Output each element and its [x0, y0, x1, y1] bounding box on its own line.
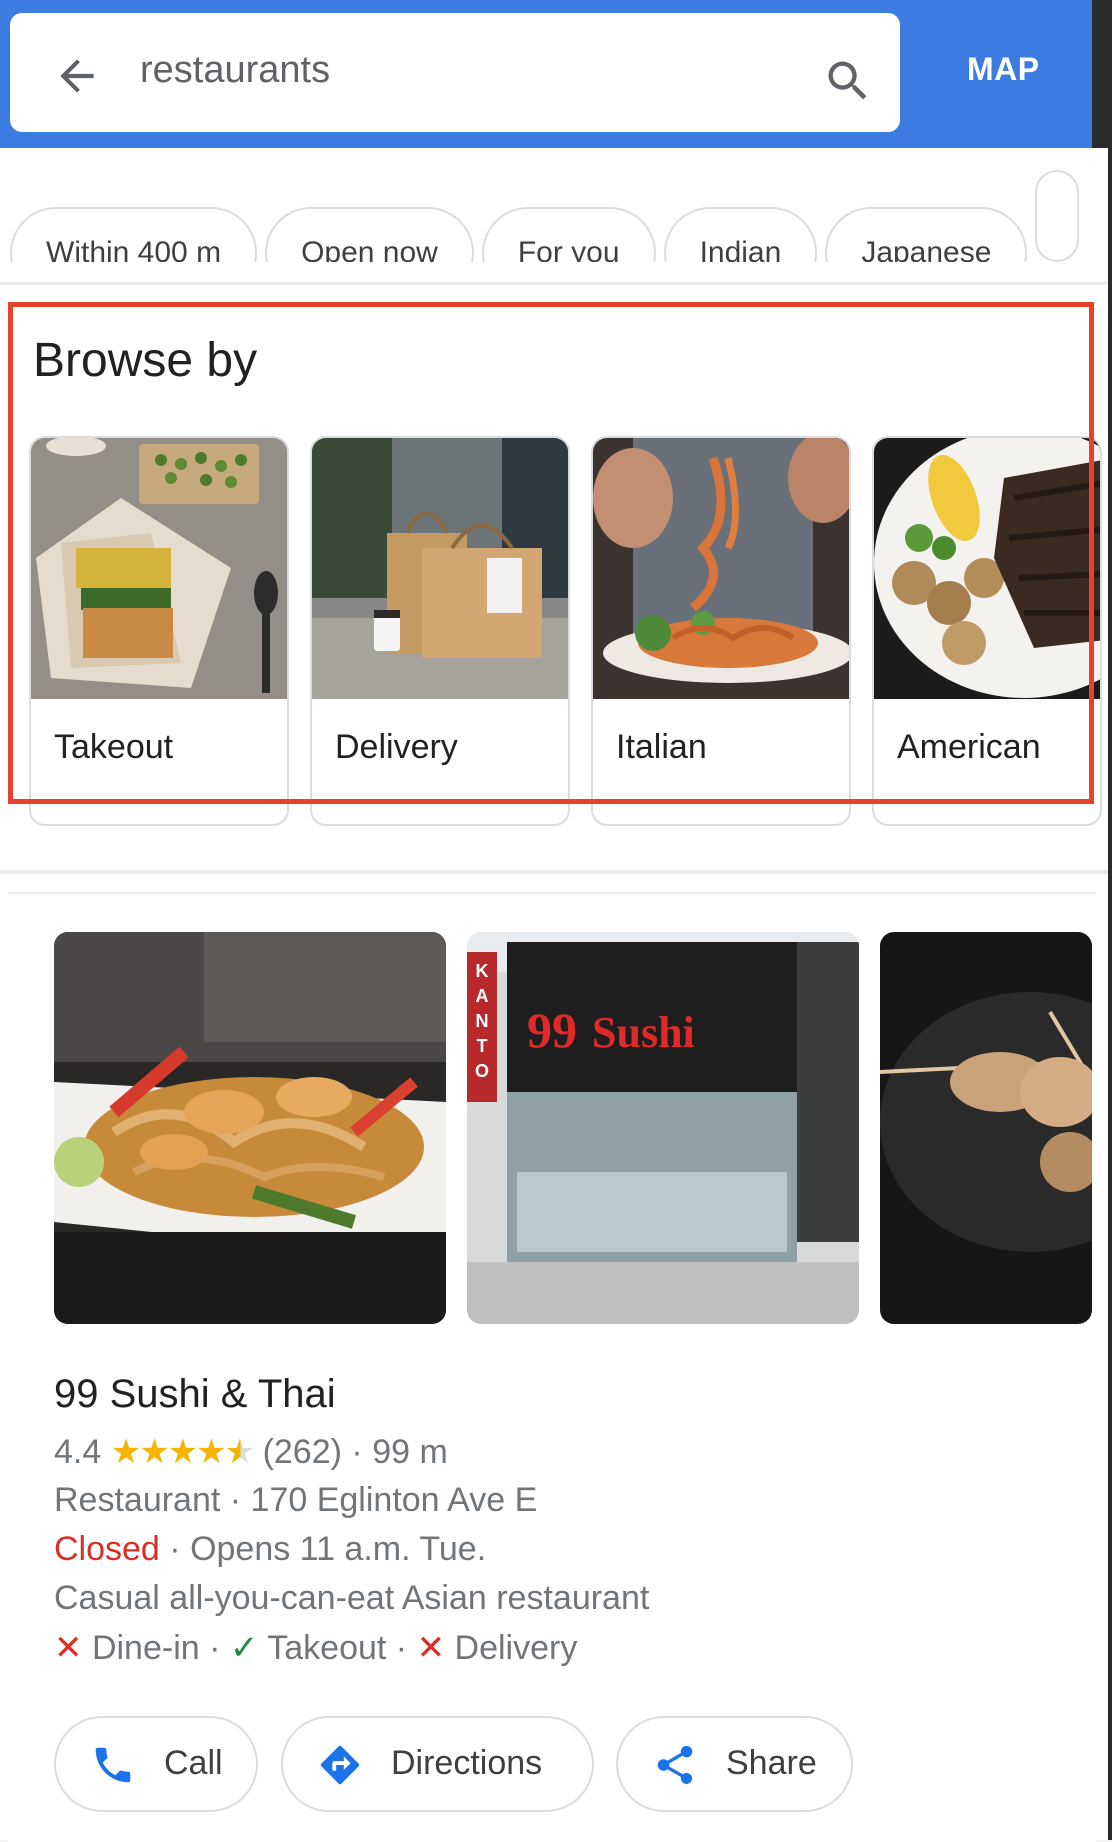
- svg-text:A: A: [476, 986, 489, 1006]
- share-label: Share: [726, 1744, 817, 1782]
- hours-line: Closed · Opens 11 a.m. Tue.: [54, 1530, 487, 1568]
- screen-edge: [1108, 148, 1112, 1840]
- share-button[interactable]: Share: [616, 1716, 853, 1812]
- highlight-box: [8, 302, 1094, 804]
- chip-open-now[interactable]: Open now: [265, 207, 474, 262]
- svg-text:N: N: [476, 1011, 489, 1031]
- svg-text:99: 99: [527, 1002, 577, 1058]
- opening-hours: Opens 11 a.m. Tue.: [190, 1530, 487, 1568]
- place-address: 170 Eglinton Ave E: [250, 1481, 538, 1519]
- available-check-icon: ✓: [229, 1629, 259, 1667]
- back-arrow-icon[interactable]: [52, 51, 102, 101]
- description-line: Casual all-you-can-eat Asian restaurant: [54, 1579, 649, 1618]
- review-count[interactable]: (262): [263, 1433, 342, 1471]
- call-label: Call: [164, 1744, 223, 1782]
- service-dine-in: Dine-in: [91, 1629, 200, 1667]
- dish-photo: [54, 932, 446, 1324]
- svg-text:Sushi: Sushi: [592, 1008, 695, 1057]
- storefront-photo: K A N T O 99 Sushi: [467, 932, 859, 1324]
- place-description: Casual all-you-can-eat Asian restaurant: [54, 1579, 650, 1617]
- search-icon[interactable]: [822, 55, 874, 107]
- svg-text:K: K: [476, 961, 489, 981]
- directions-icon: [320, 1745, 360, 1785]
- call-button[interactable]: Call: [54, 1716, 258, 1812]
- distance: 99 m: [372, 1433, 448, 1471]
- directions-button[interactable]: Directions: [281, 1716, 594, 1812]
- phone-icon: [95, 1747, 131, 1783]
- svg-text:T: T: [477, 1036, 488, 1056]
- place-photo-storefront[interactable]: K A N T O 99 Sushi: [467, 932, 859, 1324]
- search-input[interactable]: restaurants: [140, 49, 330, 92]
- chip-more[interactable]: [1035, 170, 1080, 262]
- rating-value: 4.4: [54, 1433, 102, 1471]
- app-bar: restaurants MAP: [0, 0, 1112, 148]
- chip-within-400m[interactable]: Within 400 m: [10, 207, 258, 262]
- divider: [0, 282, 1108, 285]
- map-button[interactable]: MAP: [967, 51, 1040, 88]
- unavailable-x-icon: ✕: [54, 1629, 83, 1667]
- open-status: Closed: [54, 1530, 160, 1568]
- chip-indian[interactable]: Indian: [663, 207, 818, 262]
- star-rating: ★★★★★: [110, 1433, 255, 1471]
- divider: [0, 870, 1108, 874]
- unavailable-x-icon: ✕: [416, 1629, 446, 1667]
- chip-for-you[interactable]: For you: [481, 207, 656, 262]
- search-box[interactable]: restaurants: [10, 13, 900, 132]
- directions-label: Directions: [391, 1744, 543, 1782]
- service-delivery: Delivery: [454, 1629, 578, 1667]
- category-address-line: Restaurant · 170 Eglinton Ave E: [54, 1481, 538, 1519]
- service-takeout: Takeout: [267, 1629, 387, 1667]
- skewer-photo: [880, 932, 1092, 1324]
- share-icon: [657, 1745, 693, 1785]
- place-photo-dish[interactable]: [54, 932, 446, 1324]
- services-line: ✕ Dine-in · ✓ Takeout · ✕ Delivery: [54, 1629, 578, 1667]
- place-name[interactable]: 99 Sushi & Thai: [54, 1372, 336, 1417]
- place-category: Restaurant: [54, 1481, 221, 1519]
- svg-text:O: O: [475, 1061, 489, 1081]
- filter-chips: Within 400 m Open now For you Indian Japanes…: [10, 170, 1110, 262]
- place-photo-skewers[interactable]: [880, 932, 1092, 1324]
- rating-line: 4.4 ★★★★★ (262) · 99 m: [54, 1433, 448, 1471]
- chip-japanese[interactable]: Japanese: [825, 207, 1028, 262]
